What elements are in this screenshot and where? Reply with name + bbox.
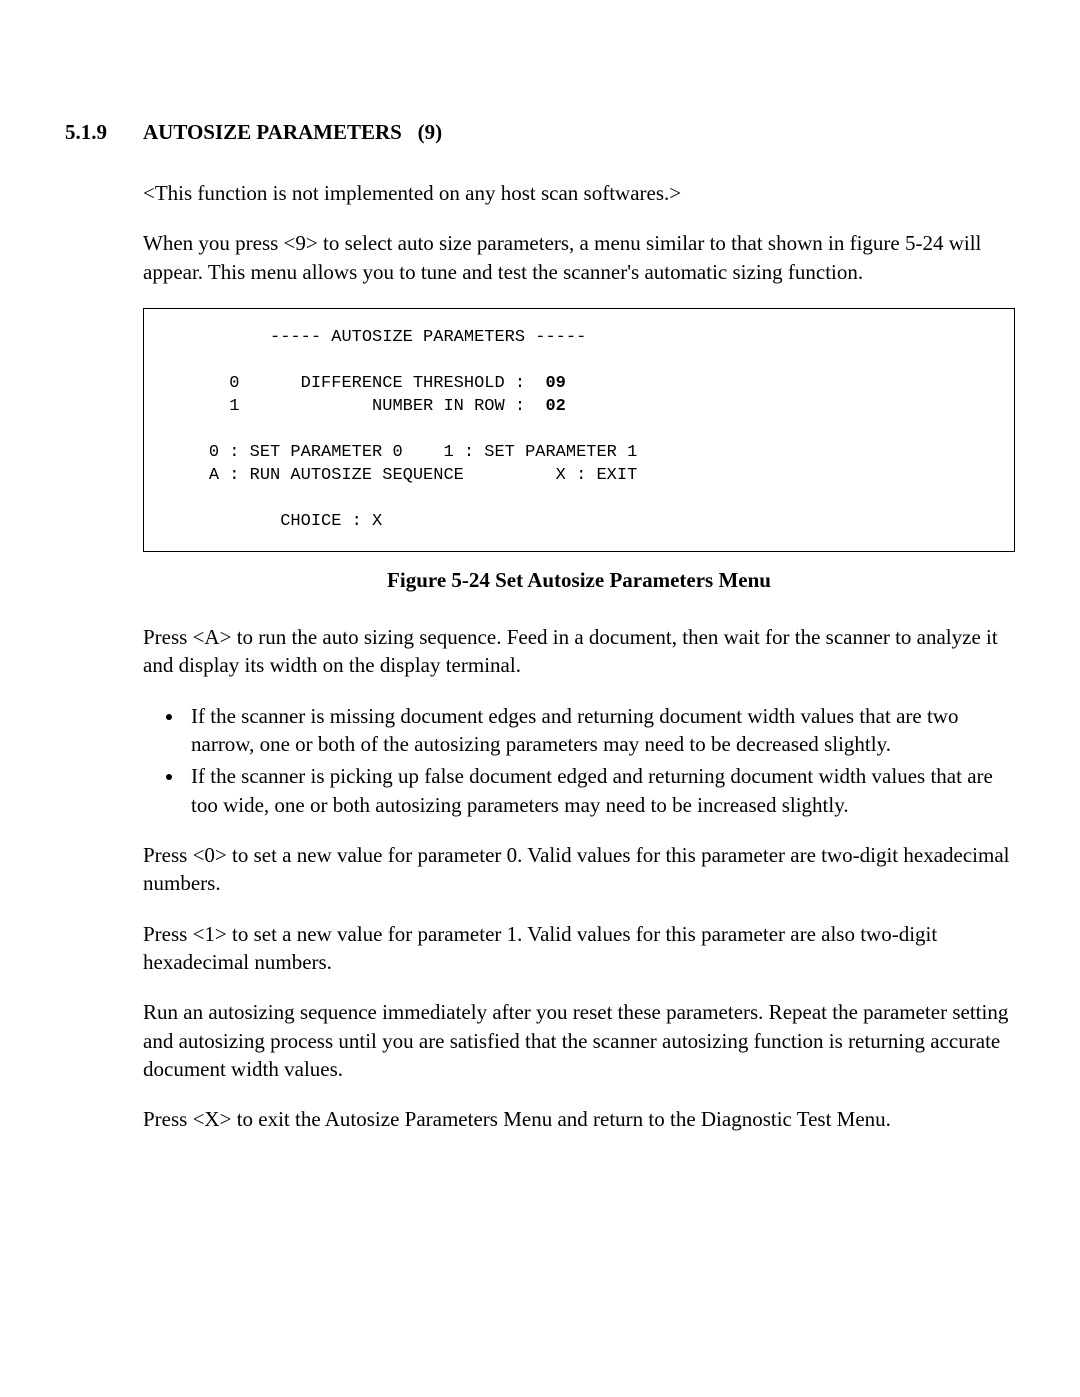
- list-item: If the scanner is missing document edges…: [185, 702, 1015, 759]
- menu-row0-value: 09: [545, 374, 565, 393]
- press-a-paragraph: Press <A> to run the auto sizing sequenc…: [143, 623, 1015, 680]
- menu-row0-index: 0: [229, 374, 239, 393]
- figure-caption: Figure 5-24 Set Autosize Parameters Menu: [143, 566, 1015, 594]
- list-item: If the scanner is picking up false docum…: [185, 762, 1015, 819]
- menu-row1-label: NUMBER IN ROW :: [372, 397, 525, 416]
- section-heading: 5.1.9 AUTOSIZE PARAMETERS (9): [65, 120, 1015, 145]
- page: 5.1.9 AUTOSIZE PARAMETERS (9) <This func…: [0, 0, 1080, 1216]
- press-1-paragraph: Press <1> to set a new value for paramet…: [143, 920, 1015, 977]
- menu-row1-value: 02: [545, 397, 565, 416]
- terminal-menu-figure: ----- AUTOSIZE PARAMETERS ----- 0 DIFFER…: [143, 308, 1015, 552]
- intro-paragraph: When you press <9> to select auto size p…: [143, 229, 1015, 286]
- menu-choice: CHOICE : X: [280, 512, 382, 531]
- bullet-list: If the scanner is missing document edges…: [143, 702, 1015, 819]
- section-number: 5.1.9: [65, 120, 143, 145]
- section-title: AUTOSIZE PARAMETERS (9): [143, 120, 442, 145]
- menu-options-line1: 0 : SET PARAMETER 0 1 : SET PARAMETER 1: [209, 443, 637, 462]
- menu-row1-index: 1: [229, 397, 239, 416]
- menu-title: ----- AUTOSIZE PARAMETERS -----: [270, 328, 586, 347]
- run-sequence-paragraph: Run an autosizing sequence immediately a…: [143, 998, 1015, 1083]
- menu-row0-label: DIFFERENCE THRESHOLD :: [301, 374, 525, 393]
- press-0-paragraph: Press <0> to set a new value for paramet…: [143, 841, 1015, 898]
- press-x-paragraph: Press <X> to exit the Autosize Parameter…: [143, 1105, 1015, 1133]
- menu-options-line2: A : RUN AUTOSIZE SEQUENCE X : EXIT: [209, 466, 637, 485]
- note-paragraph: <This function is not implemented on any…: [143, 179, 1015, 207]
- body: <This function is not implemented on any…: [143, 179, 1015, 1134]
